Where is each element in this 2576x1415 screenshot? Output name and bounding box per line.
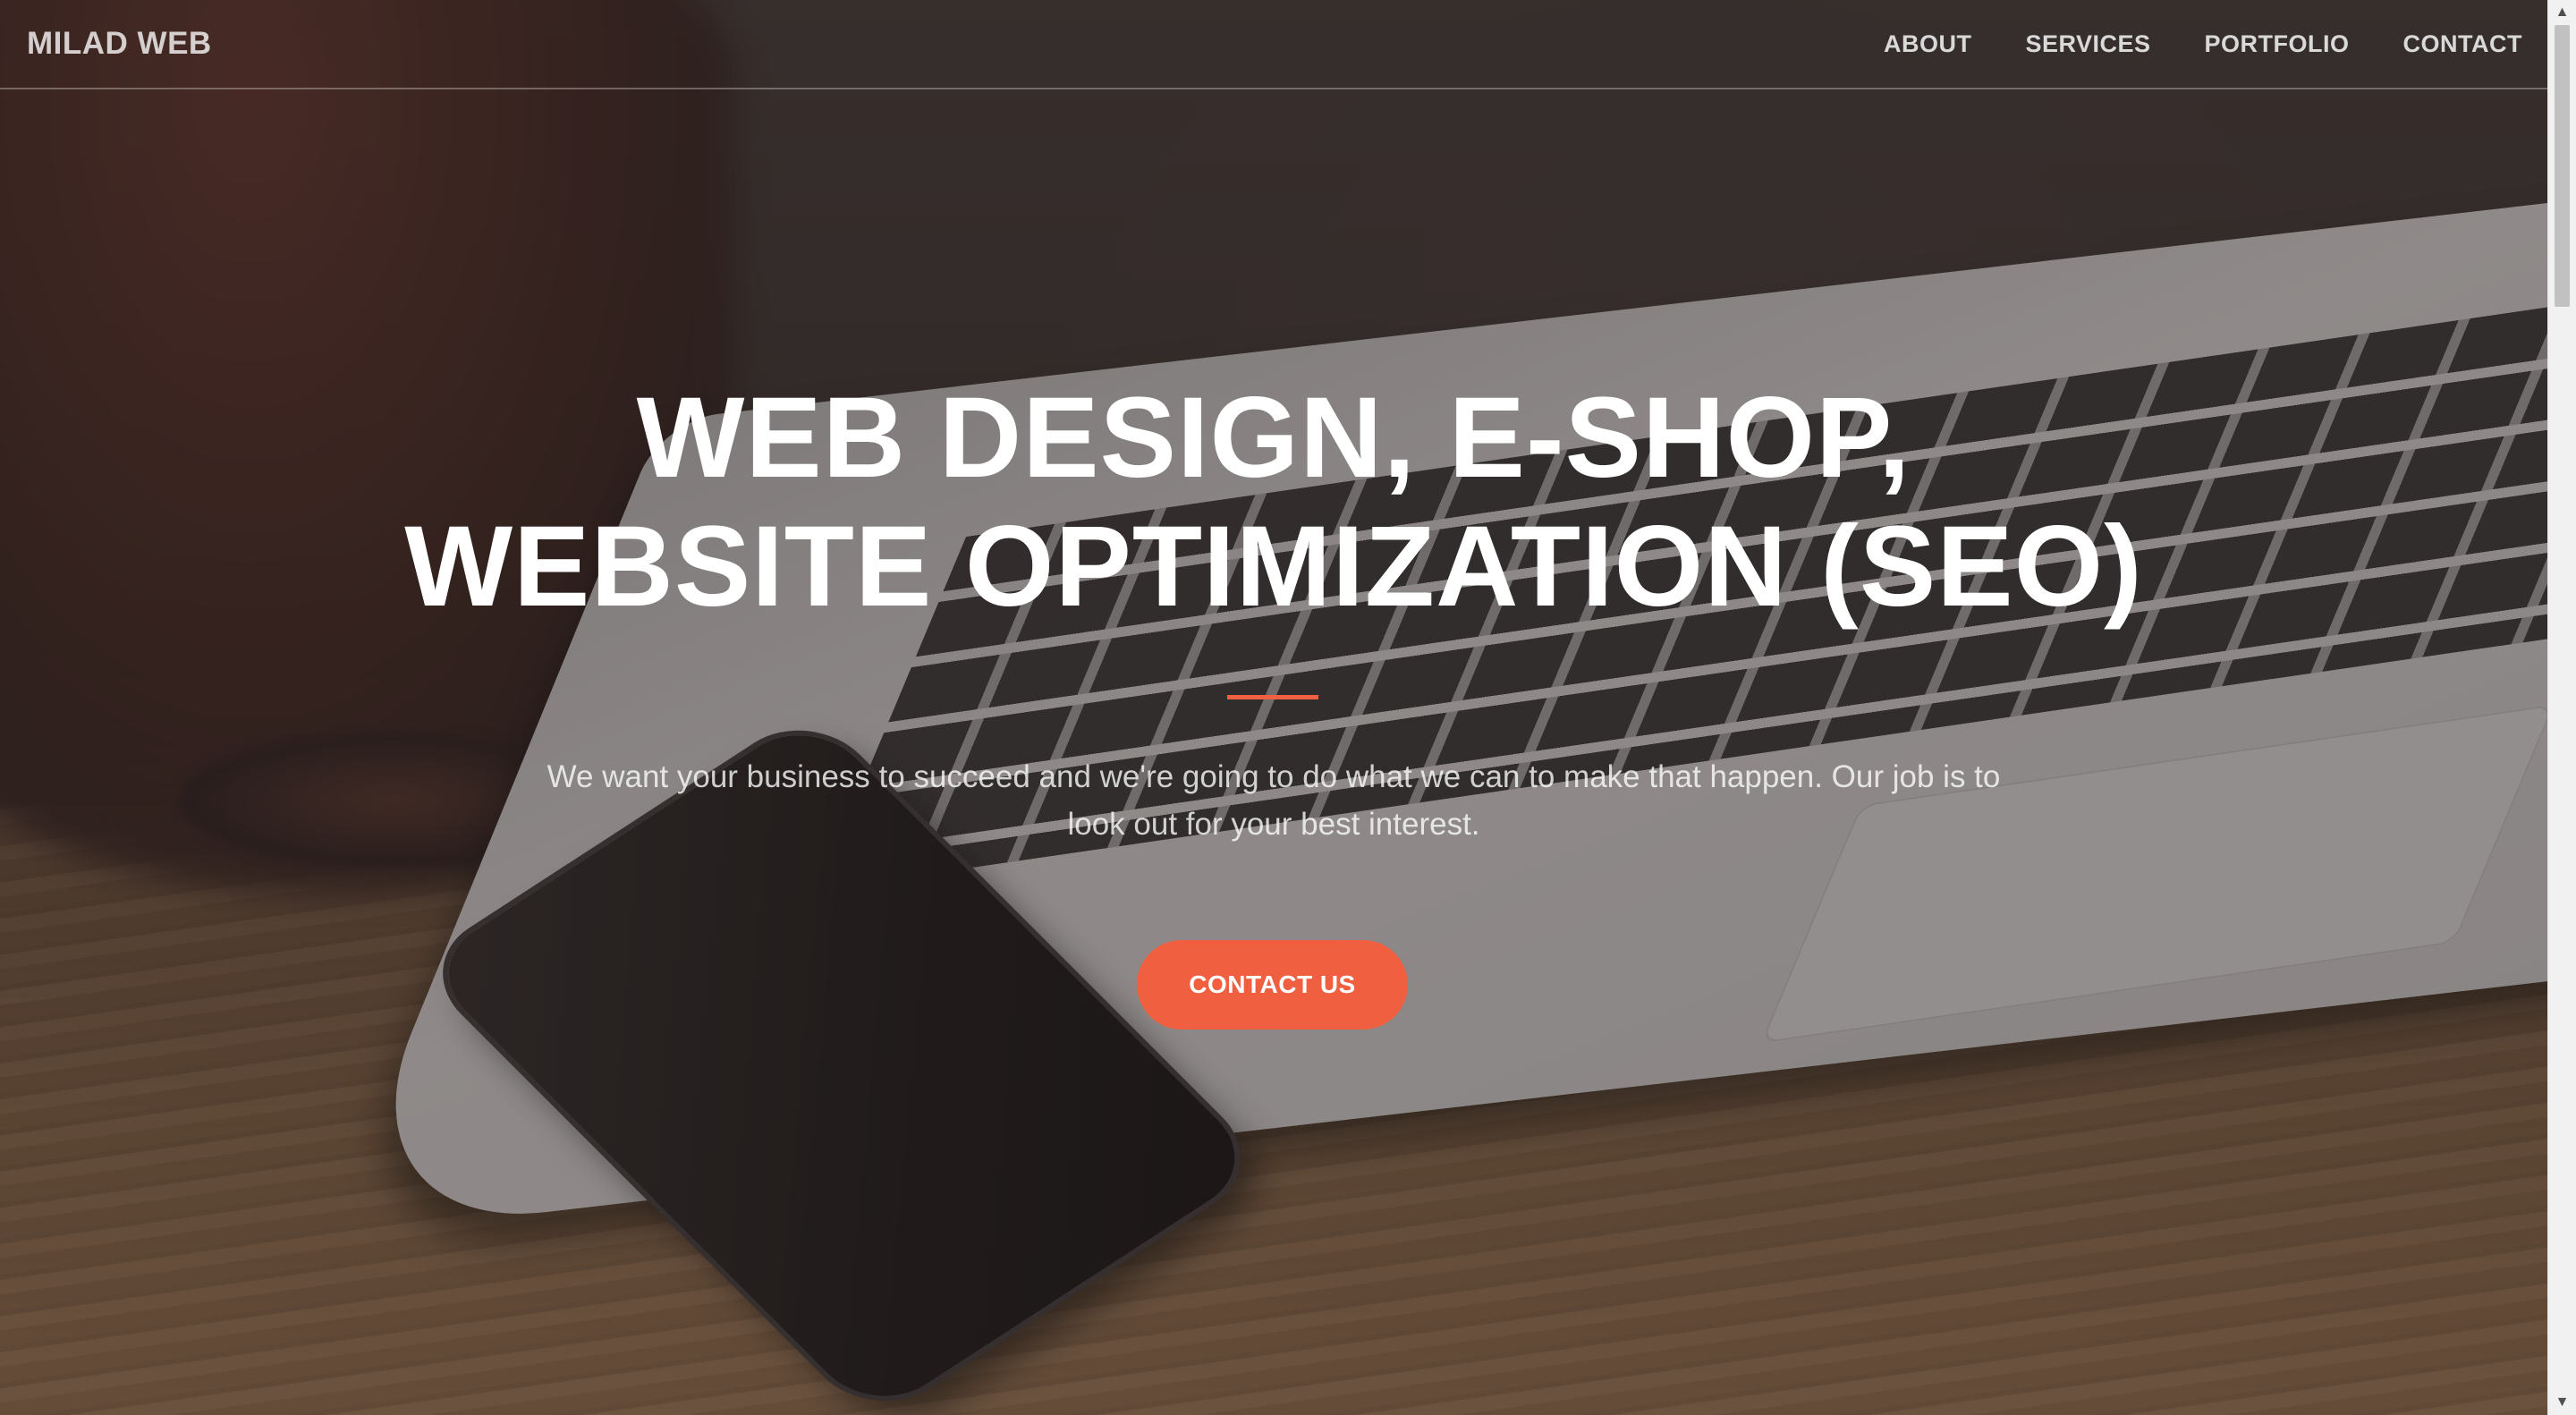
page: MILAD WEB ABOUT SERVICES PORTFOLIO CONTA… <box>0 0 2576 1415</box>
hero-title: WEB DESIGN, E-SHOP, WEBSITE OPTIMIZATION… <box>0 374 2547 631</box>
vertical-scrollbar[interactable]: ▲ ▼ <box>2547 0 2576 1415</box>
accent-divider <box>1227 695 1318 699</box>
hero-title-line-2: WEBSITE OPTIMIZATION (SEO) <box>404 503 2143 631</box>
scrollbar-thumb[interactable] <box>2555 25 2570 307</box>
scroll-down-arrow-icon[interactable]: ▼ <box>2548 1390 2576 1415</box>
hero-section: WEB DESIGN, E-SHOP, WEBSITE OPTIMIZATION… <box>0 0 2547 1415</box>
scroll-up-arrow-icon[interactable]: ▲ <box>2548 0 2576 25</box>
contact-us-button[interactable]: CONTACT US <box>1137 940 1408 1029</box>
hero-title-line-1: WEB DESIGN, E-SHOP, <box>636 374 1911 502</box>
hero-subtitle: We want your business to succeed and we'… <box>547 759 2001 842</box>
